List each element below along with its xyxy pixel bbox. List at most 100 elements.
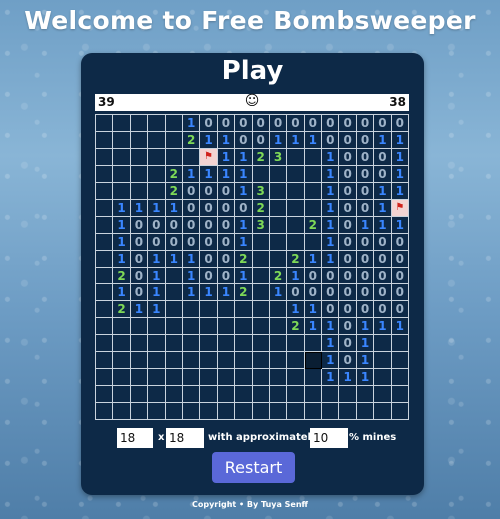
revealed-cell[interactable]: 3 [252, 182, 270, 200]
revealed-cell[interactable]: 0 [200, 267, 218, 285]
revealed-cell[interactable]: 0 [374, 165, 392, 183]
revealed-cell[interactable]: 1 [113, 216, 131, 234]
revealed-cell[interactable]: 0 [339, 216, 357, 234]
revealed-cell[interactable]: 1 [148, 250, 166, 268]
unrevealed-cell[interactable] [182, 403, 201, 420]
revealed-cell[interactable]: 1 [356, 369, 375, 387]
unrevealed-cell[interactable] [165, 284, 183, 302]
unrevealed-cell[interactable] [96, 284, 114, 302]
unrevealed-cell[interactable] [252, 267, 270, 285]
unrevealed-cell[interactable] [148, 115, 166, 132]
revealed-cell[interactable]: 1 [287, 267, 305, 285]
revealed-cell[interactable]: 1 [322, 369, 340, 387]
unrevealed-cell[interactable] [200, 386, 218, 404]
revealed-cell[interactable]: 1 [182, 250, 201, 268]
revealed-cell[interactable]: 2 [182, 131, 201, 149]
unrevealed-cell[interactable] [96, 267, 114, 285]
revealed-cell[interactable]: 0 [322, 131, 340, 149]
unrevealed-cell[interactable] [304, 182, 323, 200]
revealed-cell[interactable]: 1 [217, 131, 236, 149]
unrevealed-cell[interactable] [269, 301, 288, 319]
unrevealed-cell[interactable] [148, 369, 166, 387]
revealed-cell[interactable]: 1 [356, 352, 375, 370]
unrevealed-cell[interactable] [182, 335, 201, 353]
unrevealed-cell[interactable] [148, 352, 166, 370]
unrevealed-cell[interactable] [182, 369, 201, 387]
unrevealed-cell[interactable] [252, 386, 270, 404]
unrevealed-cell[interactable] [96, 318, 114, 336]
revealed-cell[interactable]: 0 [391, 115, 409, 132]
revealed-cell[interactable]: 2 [113, 267, 131, 285]
unrevealed-cell[interactable] [287, 403, 305, 420]
restart-button[interactable]: Restart [212, 452, 295, 483]
revealed-cell[interactable]: 1 [113, 199, 131, 217]
revealed-cell[interactable]: 0 [182, 182, 201, 200]
unrevealed-cell[interactable] [322, 403, 340, 420]
revealed-cell[interactable]: 1 [217, 165, 236, 183]
unrevealed-cell[interactable] [304, 199, 323, 217]
unrevealed-cell[interactable] [182, 352, 201, 370]
revealed-cell[interactable]: 0 [391, 301, 409, 319]
revealed-cell[interactable]: 1 [148, 301, 166, 319]
revealed-cell[interactable]: 1 [322, 318, 340, 336]
revealed-cell[interactable]: 0 [374, 267, 392, 285]
revealed-cell[interactable]: 0 [200, 250, 218, 268]
unrevealed-cell[interactable] [252, 165, 270, 183]
revealed-cell[interactable]: 1 [182, 267, 201, 285]
revealed-cell[interactable]: 0 [339, 318, 357, 336]
unrevealed-cell[interactable] [113, 352, 131, 370]
revealed-cell[interactable]: 2 [287, 250, 305, 268]
unrevealed-cell[interactable] [252, 250, 270, 268]
unrevealed-cell[interactable] [148, 182, 166, 200]
revealed-cell[interactable]: 0 [304, 115, 323, 132]
revealed-cell[interactable]: 1 [391, 216, 409, 234]
revealed-cell[interactable]: 0 [356, 165, 375, 183]
unrevealed-cell[interactable] [374, 386, 392, 404]
revealed-cell[interactable]: 2 [252, 148, 270, 166]
revealed-cell[interactable]: 1 [235, 148, 253, 166]
revealed-cell[interactable]: 2 [165, 165, 183, 183]
unrevealed-cell[interactable] [287, 165, 305, 183]
unrevealed-cell[interactable] [269, 182, 288, 200]
revealed-cell[interactable]: 0 [356, 131, 375, 149]
unrevealed-cell[interactable] [130, 318, 149, 336]
unrevealed-cell[interactable] [287, 352, 305, 370]
unrevealed-cell[interactable] [113, 335, 131, 353]
unrevealed-cell[interactable] [252, 335, 270, 353]
revealed-cell[interactable]: 2 [235, 284, 253, 302]
unrevealed-cell[interactable] [148, 403, 166, 420]
revealed-cell[interactable]: 0 [322, 301, 340, 319]
revealed-cell[interactable]: 2 [304, 216, 323, 234]
unrevealed-cell[interactable] [130, 352, 149, 370]
revealed-cell[interactable]: 0 [374, 233, 392, 251]
unrevealed-cell[interactable] [130, 148, 149, 166]
revealed-cell[interactable]: 1 [235, 182, 253, 200]
revealed-cell[interactable]: 1 [391, 318, 409, 336]
columns-input[interactable] [166, 428, 204, 448]
unrevealed-cell[interactable] [269, 386, 288, 404]
unrevealed-cell[interactable] [113, 131, 131, 149]
unrevealed-cell[interactable] [200, 318, 218, 336]
unrevealed-cell[interactable] [165, 148, 183, 166]
revealed-cell[interactable]: 2 [235, 250, 253, 268]
unrevealed-cell[interactable] [217, 352, 236, 370]
revealed-cell[interactable]: 1 [165, 250, 183, 268]
revealed-cell[interactable]: 0 [339, 199, 357, 217]
unrevealed-cell[interactable] [130, 386, 149, 404]
revealed-cell[interactable]: 1 [235, 233, 253, 251]
unrevealed-cell[interactable] [374, 335, 392, 353]
rows-input[interactable] [117, 428, 153, 448]
unrevealed-cell[interactable] [96, 148, 114, 166]
revealed-cell[interactable]: 0 [339, 131, 357, 149]
unrevealed-cell[interactable] [165, 115, 183, 132]
revealed-cell[interactable]: 0 [217, 250, 236, 268]
revealed-cell[interactable]: 2 [113, 301, 131, 319]
revealed-cell[interactable]: 1 [391, 148, 409, 166]
unrevealed-cell[interactable] [391, 386, 409, 404]
unrevealed-cell[interactable] [322, 386, 340, 404]
unrevealed-cell[interactable] [96, 250, 114, 268]
unrevealed-cell[interactable] [339, 386, 357, 404]
revealed-cell[interactable]: 1 [113, 250, 131, 268]
unrevealed-cell[interactable] [287, 182, 305, 200]
unrevealed-cell[interactable] [391, 352, 409, 370]
